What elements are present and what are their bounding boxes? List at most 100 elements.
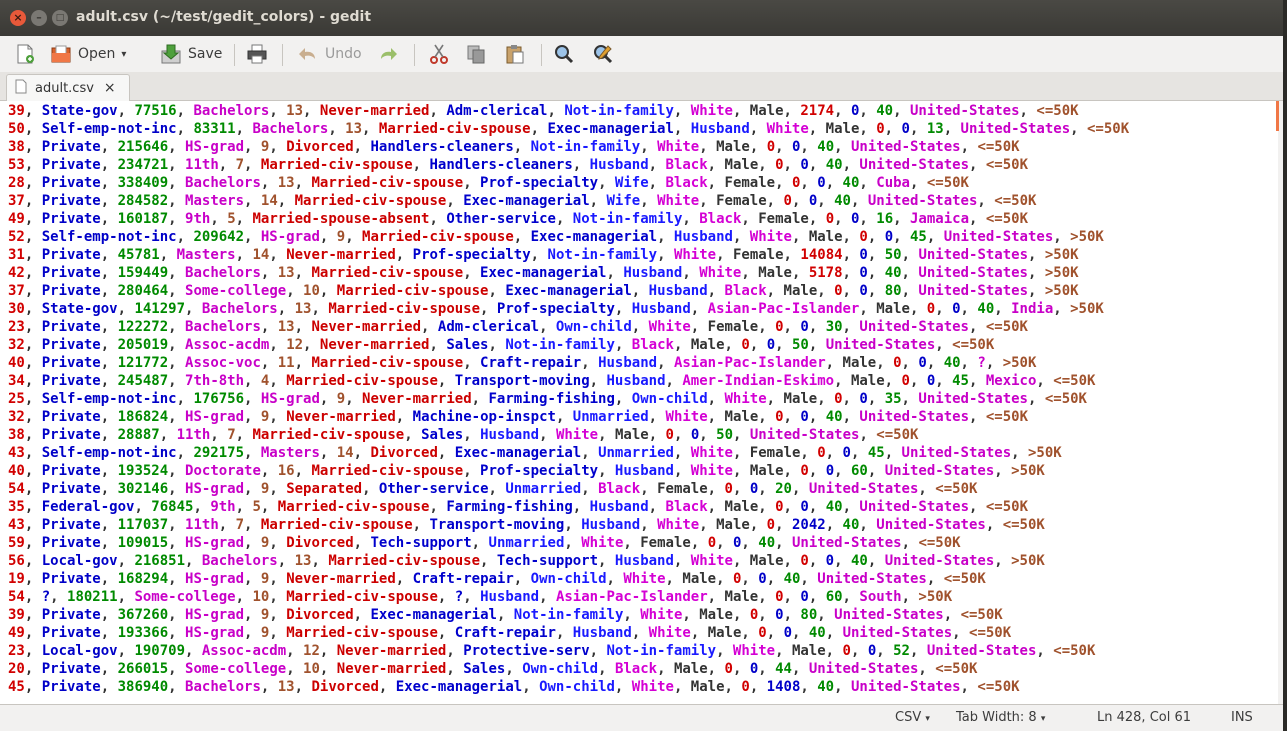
csv-field: 0 [724, 661, 733, 677]
csv-field: Married-civ-spouse [286, 625, 438, 641]
csv-field: Private [41, 481, 101, 497]
csv-field: 0 [817, 445, 826, 461]
csv-field: United-States [884, 463, 995, 479]
csv-field: Bachelors [185, 679, 261, 695]
csv-field: HS-grad [260, 229, 320, 245]
csv-field: 11th [185, 517, 219, 533]
csv-field: Husband [598, 355, 658, 371]
redo-button[interactable] [377, 40, 405, 68]
csv-field: 0 [893, 355, 902, 371]
csv-field: 0 [859, 247, 868, 263]
csv-field: Black [665, 499, 708, 515]
csv-field: Husband [581, 517, 641, 533]
csv-field: Craft-repair [480, 355, 582, 371]
insert-mode: INS [1231, 710, 1253, 725]
csv-field: Female [724, 175, 776, 191]
text-editor[interactable]: 39, State-gov, 77516, Bachelors, 13, Nev… [0, 101, 1278, 704]
csv-field: White [631, 679, 674, 695]
copy-button[interactable] [465, 40, 493, 68]
csv-field: 0 [749, 481, 759, 497]
csv-field: United-States [842, 625, 953, 641]
csv-field: White [640, 607, 683, 623]
csv-field: 0 [825, 463, 835, 479]
csv-field: 45 [909, 229, 927, 245]
csv-field: Male [724, 157, 759, 173]
minimize-window-button[interactable]: – [31, 10, 47, 26]
editor-line: 39, Private, 367260, HS-grad, 9, Divorce… [8, 607, 1003, 623]
undo-button[interactable]: Undo [297, 40, 362, 68]
csv-field: Male [791, 643, 826, 659]
csv-field: 40 [808, 625, 826, 641]
print-icon [246, 43, 268, 65]
csv-field: 44 [775, 661, 792, 677]
csv-field: 0 [834, 391, 843, 407]
csv-field: White [766, 121, 809, 137]
editor-line: 28, Private, 338409, Bachelors, 13, Marr… [8, 175, 969, 191]
print-button[interactable] [246, 40, 274, 68]
new-document-button[interactable] [14, 40, 42, 68]
chevron-down-icon: ▾ [925, 714, 930, 724]
save-button[interactable]: Save [160, 40, 222, 68]
csv-field: 216851 [134, 553, 186, 569]
csv-field: 0 [749, 661, 759, 677]
csv-field: 30 [8, 301, 25, 317]
csv-field: Private [41, 319, 101, 335]
csv-field: 40 [783, 571, 801, 587]
csv-field: Sales [421, 427, 464, 443]
close-window-button[interactable]: × [10, 10, 26, 26]
csv-field: 0 [707, 535, 717, 551]
toolbar-separator [282, 44, 283, 66]
csv-field: White [623, 571, 666, 587]
tab-width-label: Tab Width: 8 [956, 710, 1037, 725]
csv-field: 9th [185, 211, 211, 227]
csv-field: Some-college [185, 661, 287, 677]
csv-field: 0 [926, 301, 936, 317]
find-button[interactable] [553, 40, 581, 68]
csv-field: Own-child [539, 679, 615, 695]
csv-field: 0 [901, 373, 910, 389]
csv-field: 20 [775, 481, 792, 497]
csv-field: 45 [952, 373, 969, 389]
csv-field: 0 [952, 301, 961, 317]
open-dropdown-icon[interactable]: ▾ [121, 49, 126, 60]
open-button[interactable]: Open ▾ [50, 40, 126, 68]
csv-field: Husband [480, 427, 540, 443]
language-label: CSV [895, 710, 922, 725]
csv-field: Male [825, 121, 860, 137]
csv-field: 40 [977, 301, 995, 317]
csv-field: Farming-fishing [446, 499, 573, 515]
paste-button[interactable] [504, 40, 532, 68]
tab-width-selector[interactable]: Tab Width: 8 ▾ [956, 710, 1045, 725]
csv-field: 39 [8, 103, 25, 119]
csv-field: Assoc-acdm [201, 643, 287, 659]
undo-label: Undo [325, 46, 362, 62]
csv-field: 40 [825, 157, 843, 173]
csv-field: Husband [648, 283, 708, 299]
csv-field: 0 [859, 391, 868, 407]
csv-field: 190709 [134, 643, 186, 659]
csv-field: 0 [859, 283, 868, 299]
csv-field: Bachelors [185, 265, 261, 281]
csv-field: 176756 [193, 391, 245, 407]
csv-field: 0 [775, 319, 784, 335]
csv-field: Married-civ-spouse [294, 193, 447, 209]
csv-field: Male [716, 517, 750, 533]
tab-adult-csv[interactable]: adult.csv × [6, 74, 130, 101]
csv-field: HS-grad [185, 571, 245, 587]
language-selector[interactable]: CSV ▾ [895, 710, 930, 725]
find-replace-button[interactable] [592, 40, 620, 68]
csv-field: 0 [842, 445, 851, 461]
csv-field: <=50K [876, 427, 919, 443]
csv-field: Male [749, 553, 784, 569]
csv-field: Exec-managerial [530, 229, 658, 245]
csv-field: Never-married [286, 247, 396, 263]
scrollbar-thumb[interactable] [1276, 101, 1279, 131]
tab-label: adult.csv [35, 80, 94, 96]
csv-field: 245487 [117, 373, 169, 389]
close-tab-icon[interactable]: × [104, 80, 116, 96]
maximize-window-button[interactable]: □ [52, 10, 68, 26]
csv-field: Doctorate [185, 463, 261, 479]
csv-field: 122272 [117, 319, 169, 335]
cut-button[interactable] [428, 40, 456, 68]
csv-field: 234721 [117, 157, 169, 173]
